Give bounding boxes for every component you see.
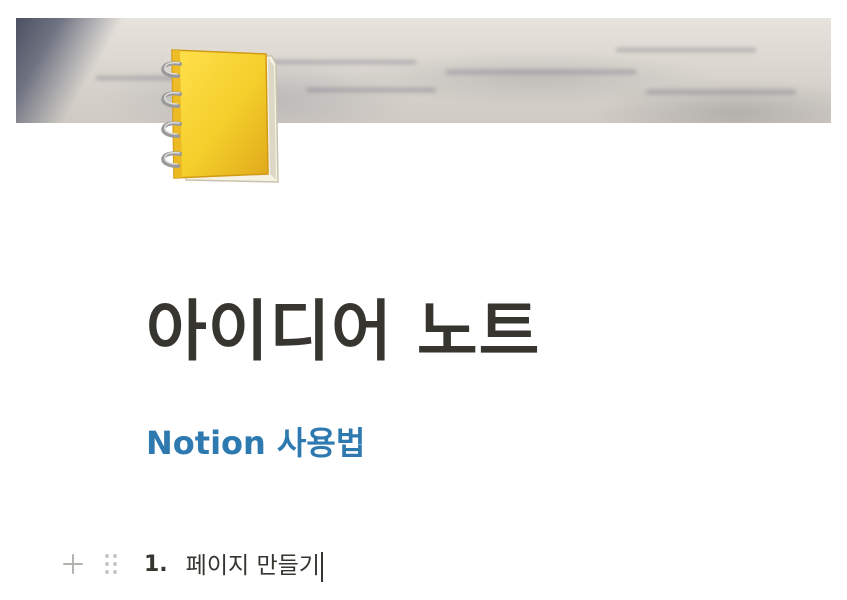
list-item[interactable]: 1. 페이지 만들기 [60, 544, 323, 584]
drag-handle-icon[interactable] [98, 551, 124, 577]
cover-scribble [306, 88, 436, 92]
spiral-notebook-icon[interactable] [150, 42, 290, 194]
page-title[interactable]: 아이디어 노트 [146, 278, 540, 374]
cover-shadow [16, 18, 136, 123]
plus-icon[interactable] [60, 551, 86, 577]
cover-scribble [616, 48, 756, 52]
list-number: 1. [144, 551, 168, 577]
page: 아이디어 노트 Notion 사용법 1. 페이지 만들기 [0, 0, 847, 600]
list-item-text-editor[interactable]: 페이지 만들기 [186, 546, 323, 582]
notion-guide-link[interactable]: Notion 사용법 [146, 418, 365, 464]
cover-scribble [646, 90, 796, 94]
list-item-text: 페이지 만들기 [185, 553, 320, 580]
cover-image[interactable] [16, 18, 831, 123]
cover-scribble [446, 70, 636, 74]
text-cursor [320, 551, 323, 582]
